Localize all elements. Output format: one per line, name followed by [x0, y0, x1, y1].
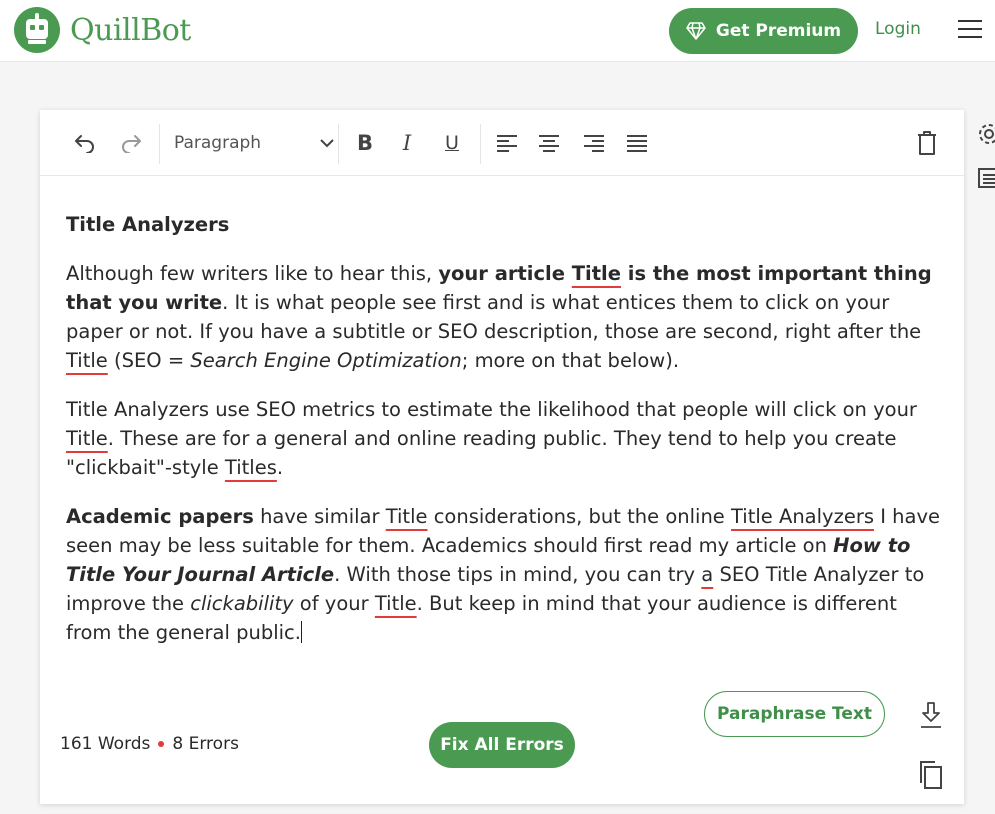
paraphrase-text-button[interactable]: Paraphrase Text: [704, 691, 885, 737]
bold-button[interactable]: B: [350, 128, 380, 158]
settings-icon[interactable]: [977, 122, 995, 146]
align-center-icon[interactable]: [534, 128, 564, 158]
spelling-error[interactable]: Title: [375, 592, 417, 615]
fix-all-errors-button[interactable]: Fix All Errors: [429, 722, 575, 768]
paragraph-2: Title Analyzers use SEO metrics to estim…: [66, 398, 917, 479]
text-caret: [300, 621, 302, 643]
align-left-icon[interactable]: [492, 128, 522, 158]
paragraph-1: Although few writers like to hear this, …: [66, 262, 932, 372]
underline-button[interactable]: U: [437, 128, 467, 158]
grammar-error[interactable]: a: [701, 563, 713, 586]
toolbar-divider: [338, 124, 339, 164]
word-count: 161 Words: [60, 734, 151, 754]
spelling-error[interactable]: Title Analyzers: [731, 505, 874, 528]
quillbot-logo-icon: [14, 7, 60, 53]
diamond-icon: [686, 22, 706, 40]
undo-icon[interactable]: [70, 128, 100, 158]
stats-bar: 161 Words 8 Errors: [60, 734, 239, 754]
italic-button[interactable]: I: [392, 128, 422, 158]
download-icon[interactable]: [916, 700, 946, 730]
editor-panel: Paragraph B I U Title Analyzers Although…: [40, 110, 964, 804]
spelling-error[interactable]: Titles: [225, 456, 277, 479]
spelling-error[interactable]: Title: [66, 349, 108, 372]
align-right-icon[interactable]: [579, 128, 609, 158]
toolbar-divider: [159, 124, 160, 164]
brand-name: QuillBot: [70, 12, 191, 48]
spelling-error[interactable]: Title: [66, 427, 108, 450]
paragraph-style-select[interactable]: Paragraph: [174, 128, 334, 158]
trash-icon[interactable]: [912, 128, 942, 158]
menu-icon[interactable]: [958, 20, 982, 40]
paragraph-style-value: Paragraph: [174, 133, 262, 153]
document-heading: Title Analyzers: [66, 213, 230, 236]
justify-icon[interactable]: [622, 128, 652, 158]
chevron-down-icon: [320, 138, 334, 147]
redo-icon[interactable]: [116, 128, 146, 158]
spelling-error[interactable]: Title: [386, 505, 428, 528]
get-premium-button[interactable]: Get Premium: [669, 8, 858, 54]
editor-toolbar: Paragraph B I U: [40, 110, 964, 176]
top-bar: QuillBot Get Premium Login: [0, 0, 995, 62]
error-dot-icon: [158, 741, 165, 747]
spelling-error[interactable]: Title: [572, 262, 621, 285]
brand-logo[interactable]: QuillBot: [14, 7, 191, 53]
list-icon[interactable]: [977, 166, 995, 190]
copy-icon[interactable]: [916, 760, 946, 790]
error-count[interactable]: 8 Errors: [172, 734, 239, 754]
paragraph-3: Academic papers have similar Title consi…: [66, 505, 941, 644]
document-body[interactable]: Title Analyzers Although few writers lik…: [66, 210, 946, 667]
get-premium-label: Get Premium: [715, 21, 842, 41]
login-link[interactable]: Login: [875, 19, 921, 39]
toolbar-divider: [480, 124, 481, 164]
